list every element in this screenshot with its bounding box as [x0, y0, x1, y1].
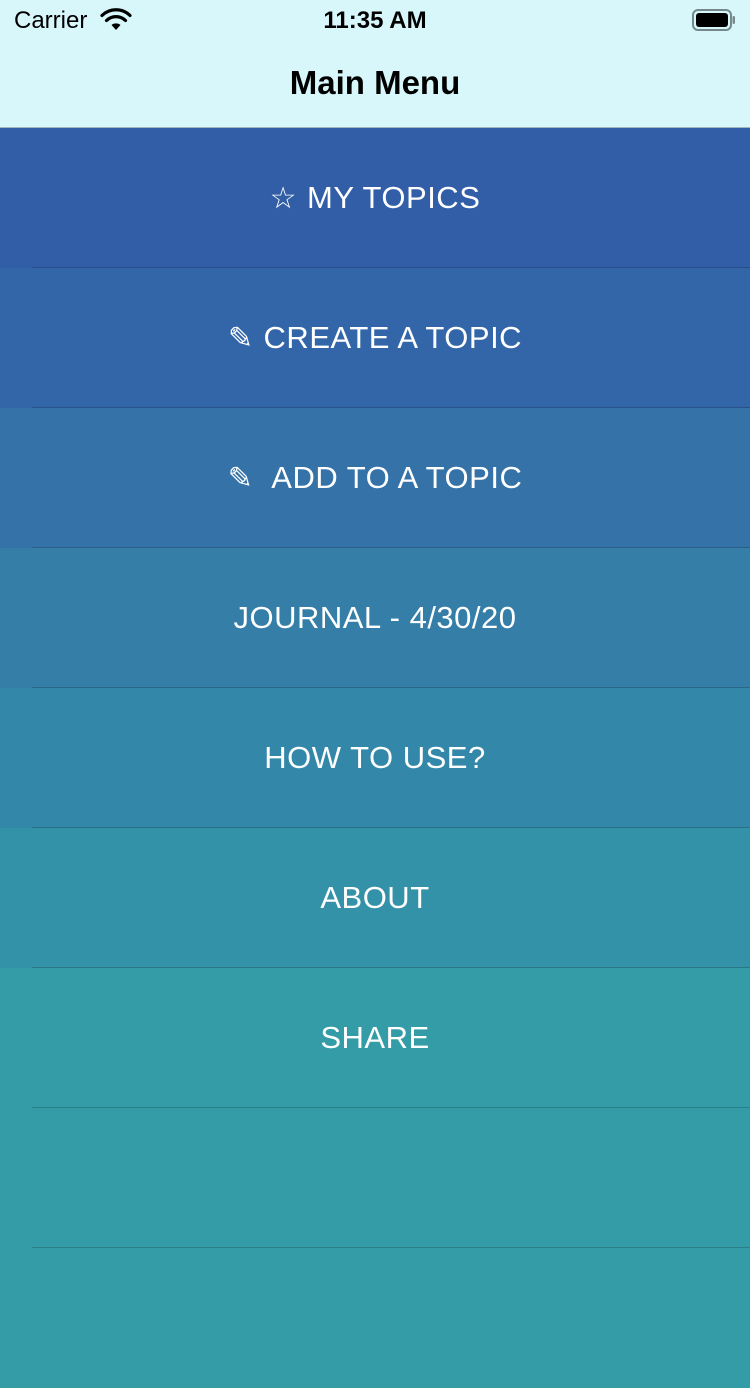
pencil-icon: ✎	[227, 320, 254, 356]
status-bar: Carrier 11:35 AM	[0, 0, 750, 40]
menu-item-add-to-topic[interactable]: ✎ ADD TO A TOPIC	[0, 408, 750, 548]
menu-item-share[interactable]: SHARE	[0, 968, 750, 1108]
menu-item-label: MY TOPICS	[307, 180, 481, 215]
star-icon: ☆	[269, 180, 298, 216]
menu-item-how-to-use[interactable]: HOW TO USE?	[0, 688, 750, 828]
empty-row	[0, 1108, 750, 1248]
menu-item-label: CREATE A TOPIC	[263, 320, 523, 355]
battery-icon	[692, 9, 735, 31]
main-menu: ☆ MY TOPICS ✎ CREATE A TOPIC ✎ ADD TO A …	[0, 128, 750, 1388]
menu-item-my-topics[interactable]: ☆ MY TOPICS	[0, 128, 750, 268]
navigation-bar: Main Menu	[0, 40, 750, 128]
pencil-icon: ✎	[227, 460, 254, 496]
empty-row	[0, 1248, 750, 1388]
menu-item-create-topic[interactable]: ✎ CREATE A TOPIC	[0, 268, 750, 408]
menu-item-about[interactable]: ABOUT	[0, 828, 750, 968]
page-title: Main Menu	[289, 64, 461, 101]
status-time: 11:35 AM	[323, 7, 427, 34]
menu-item-label: ABOUT	[320, 880, 430, 915]
menu-item-label: JOURNAL - 4/30/20	[233, 600, 517, 635]
menu-item-label: ADD TO A TOPIC	[271, 460, 523, 495]
menu-item-label: SHARE	[320, 1020, 430, 1055]
menu-item-journal[interactable]: JOURNAL - 4/30/20	[0, 548, 750, 688]
menu-item-label: HOW TO USE?	[264, 740, 486, 775]
